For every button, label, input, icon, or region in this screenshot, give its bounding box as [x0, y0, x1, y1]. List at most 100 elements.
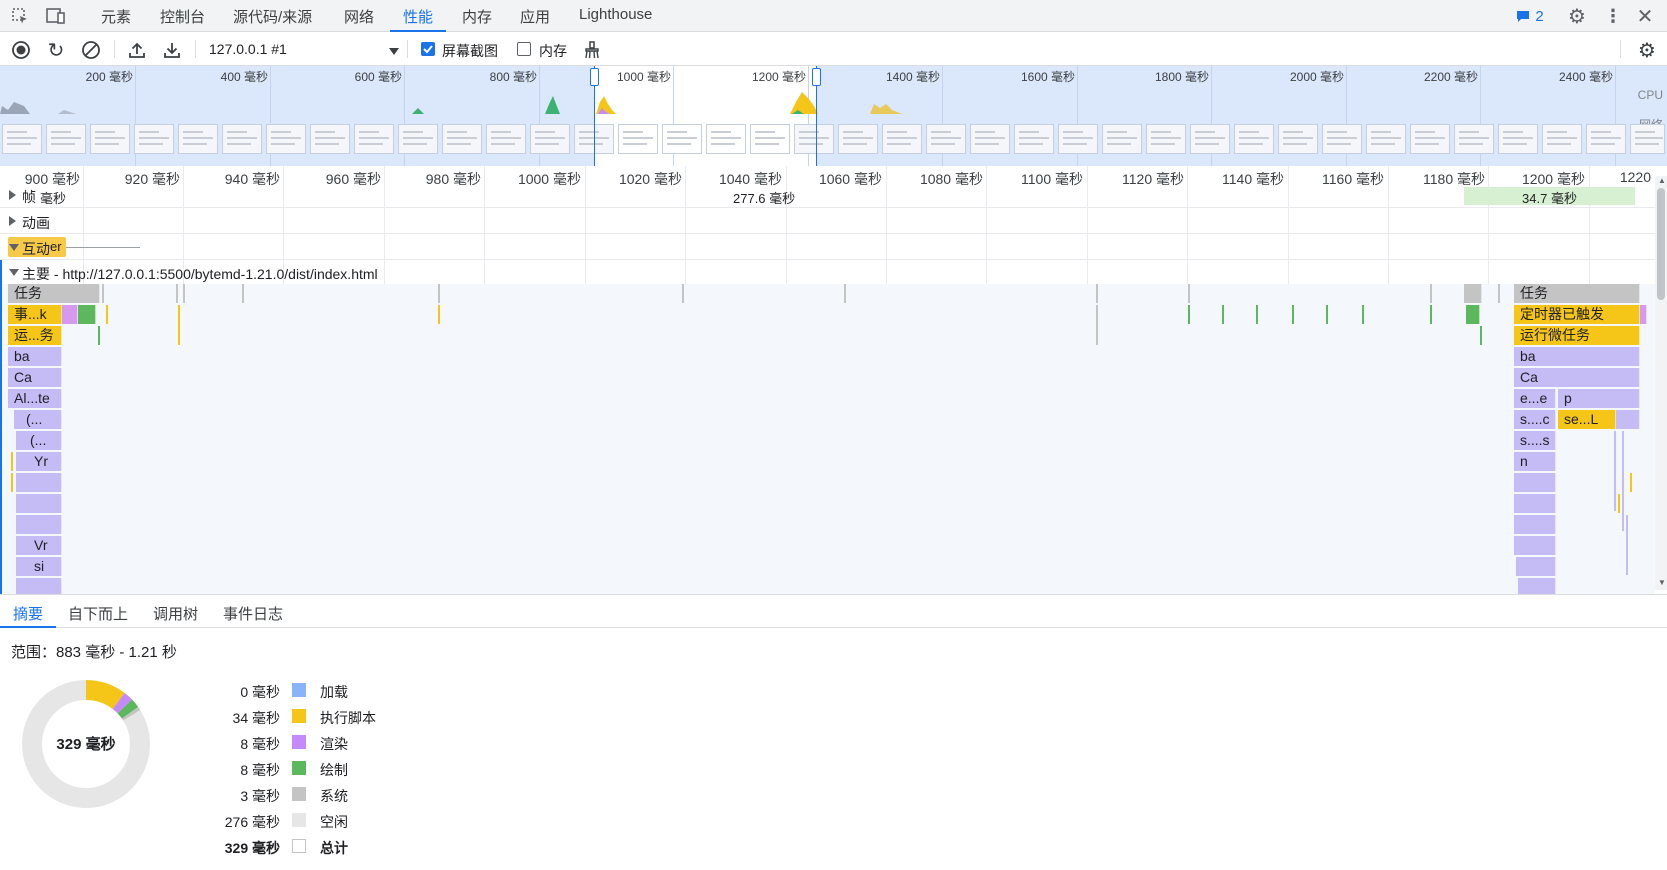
- flame-function[interactable]: [16, 515, 62, 534]
- flame-sliver[interactable]: [178, 305, 180, 345]
- flame-function[interactable]: [1516, 557, 1556, 576]
- tab-network[interactable]: 网络: [344, 6, 374, 27]
- filmstrip-frame[interactable]: [706, 124, 746, 154]
- flame-sliver[interactable]: [1626, 515, 1628, 575]
- flame-task[interactable]: 任务: [1514, 284, 1640, 303]
- tab-application[interactable]: 应用: [520, 6, 550, 27]
- flame-function[interactable]: si: [16, 557, 62, 576]
- filmstrip-frame[interactable]: [1586, 124, 1626, 154]
- filmstrip-frame[interactable]: [838, 124, 878, 154]
- flame-sliver[interactable]: [438, 305, 440, 324]
- capture-settings-icon[interactable]: ⚙: [1635, 38, 1659, 62]
- flame-sliver[interactable]: [1480, 326, 1482, 345]
- main-thread-header[interactable]: 主要 - http://127.0.0.1:5500/bytemd-1.21.0…: [0, 260, 1655, 284]
- filmstrip-frame[interactable]: [1146, 124, 1186, 154]
- filmstrip-frame[interactable]: [662, 124, 702, 154]
- tab-memory[interactable]: 内存: [462, 6, 492, 27]
- flame-sliver[interactable]: [1430, 284, 1432, 303]
- flame-function[interactable]: Vr: [16, 536, 62, 555]
- flame-microtasks[interactable]: 运...务: [8, 326, 62, 345]
- selection-right-handle[interactable]: [812, 68, 821, 86]
- timeline-overview[interactable]: 200 毫秒 400 毫秒 600 毫秒 800 毫秒 1000 毫秒 1200…: [0, 66, 1667, 166]
- flame-function[interactable]: [1514, 536, 1556, 555]
- record-icon[interactable]: [10, 39, 32, 61]
- flame-sliver[interactable]: [1096, 284, 1098, 303]
- flame-sliver[interactable]: [1622, 431, 1624, 531]
- flame-function[interactable]: [1514, 515, 1556, 534]
- flame-chart-scrollbar[interactable]: ▲ ▼: [1655, 176, 1667, 590]
- filmstrip-frame[interactable]: [486, 124, 526, 154]
- filmstrip-frame[interactable]: [266, 124, 306, 154]
- filmstrip-frame[interactable]: [2, 124, 42, 154]
- filmstrip-frame[interactable]: [178, 124, 218, 154]
- filmstrip-frame[interactable]: [1542, 124, 1582, 154]
- tab-event-log[interactable]: 事件日志: [223, 603, 283, 624]
- flame-function[interactable]: Ca: [1514, 368, 1640, 387]
- clear-icon[interactable]: [80, 39, 102, 61]
- filmstrip-frame[interactable]: [926, 124, 966, 154]
- flame-sliver[interactable]: [682, 284, 684, 303]
- expand-arrow-icon[interactable]: [9, 190, 16, 200]
- animations-track[interactable]: 动画: [0, 208, 1655, 234]
- tab-bottom-up[interactable]: 自下而上: [68, 603, 128, 624]
- flame-function[interactable]: s....c: [1514, 410, 1556, 429]
- filmstrip-frame[interactable]: [1102, 124, 1142, 154]
- flame-function[interactable]: [1616, 410, 1640, 429]
- flame-render[interactable]: [1640, 305, 1647, 324]
- filmstrip-frame[interactable]: [1278, 124, 1318, 154]
- scroll-up-icon[interactable]: ▲: [1658, 176, 1666, 185]
- flame-function[interactable]: [16, 473, 62, 492]
- upload-profile-icon[interactable]: [126, 39, 148, 61]
- expand-arrow-icon[interactable]: [9, 216, 16, 226]
- tab-call-tree[interactable]: 调用树: [153, 603, 198, 624]
- flame-paint[interactable]: [1466, 305, 1480, 324]
- interactions-track[interactable]: er 互动: [0, 234, 1655, 260]
- flame-sliver[interactable]: [1498, 284, 1500, 303]
- flame-sliver[interactable]: [1096, 305, 1098, 345]
- flame-timer-fired[interactable]: 定时器已触发: [1514, 305, 1640, 324]
- filmstrip-frame[interactable]: [222, 124, 262, 154]
- filmstrip-frame[interactable]: [90, 124, 130, 154]
- scroll-down-icon[interactable]: ▼: [1658, 578, 1666, 587]
- flame-sliver[interactable]: [844, 284, 846, 303]
- flame-sliver[interactable]: [1430, 305, 1432, 324]
- flame-sliver[interactable]: [106, 305, 108, 324]
- device-toolbar-icon[interactable]: [44, 5, 68, 27]
- flame-sliver[interactable]: [98, 326, 100, 345]
- more-options-icon[interactable]: ⋮: [1602, 5, 1624, 27]
- tab-performance[interactable]: 性能: [403, 6, 433, 27]
- scrollbar-thumb[interactable]: [1657, 188, 1665, 300]
- filmstrip-frame[interactable]: [882, 124, 922, 154]
- filmstrip-frame[interactable]: [750, 124, 790, 154]
- flame-sliver[interactable]: [438, 284, 440, 303]
- close-devtools-icon[interactable]: ✕: [1634, 5, 1656, 28]
- settings-gear-icon[interactable]: ⚙: [1566, 5, 1588, 28]
- screenshots-checkbox[interactable]: [421, 42, 435, 56]
- flame-function[interactable]: Al...te: [8, 389, 62, 408]
- flame-function[interactable]: [16, 494, 62, 513]
- flame-sliver[interactable]: [1362, 305, 1364, 324]
- flame-sliver[interactable]: [183, 284, 185, 303]
- flame-function[interactable]: p: [1558, 389, 1640, 408]
- profile-select[interactable]: 127.0.0.1 #1: [209, 41, 399, 57]
- flame-sliver[interactable]: [11, 452, 13, 471]
- flame-sliver[interactable]: [1222, 305, 1224, 324]
- flame-sliver[interactable]: [1188, 305, 1190, 324]
- flame-task[interactable]: 任务: [8, 284, 100, 303]
- flame-sliver[interactable]: [242, 284, 244, 303]
- reload-record-icon[interactable]: ↻: [45, 39, 67, 62]
- flame-function[interactable]: e...e: [1514, 389, 1556, 408]
- tab-elements[interactable]: 元素: [101, 6, 131, 27]
- flame-chart[interactable]: 任务 事...k 运...务 ba Ca Al...te (... (... Y…: [2, 284, 1655, 594]
- flame-render[interactable]: [62, 305, 78, 324]
- filmstrip-frame[interactable]: [1410, 124, 1450, 154]
- flame-sliver[interactable]: [1292, 305, 1294, 324]
- tab-summary[interactable]: 摘要: [13, 603, 43, 624]
- memory-checkbox[interactable]: [517, 42, 531, 56]
- filmstrip-frame[interactable]: [618, 124, 658, 154]
- collapse-arrow-icon[interactable]: [9, 269, 19, 276]
- tab-console[interactable]: 控制台: [160, 6, 205, 27]
- flame-event[interactable]: 事...k: [8, 305, 62, 324]
- filmstrip-frame[interactable]: [398, 124, 438, 154]
- flame-function[interactable]: ba: [8, 347, 62, 366]
